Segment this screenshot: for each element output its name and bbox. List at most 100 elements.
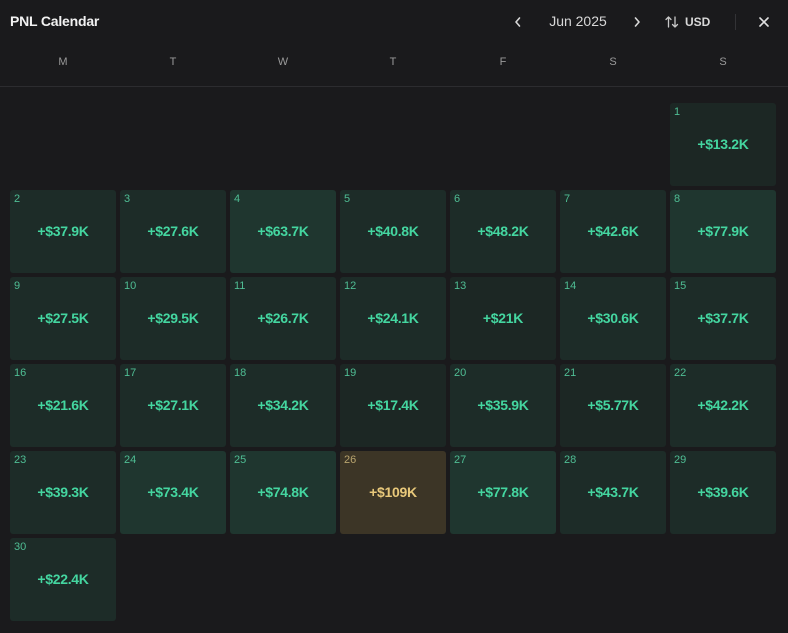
header: PNL Calendar Jun 2025 USD bbox=[0, 0, 788, 44]
prev-month-button[interactable] bbox=[509, 12, 527, 32]
day-pnl-value: +$22.4K bbox=[37, 571, 89, 587]
calendar-day-cell[interactable]: 22 +$42.2K bbox=[670, 364, 776, 447]
day-pnl-value: +$27.6K bbox=[147, 223, 199, 239]
calendar-day-cell[interactable]: 2 +$37.9K bbox=[10, 190, 116, 273]
day-number: 14 bbox=[564, 280, 577, 292]
calendar-day-cell[interactable]: 10 +$29.5K bbox=[120, 277, 226, 360]
day-number: 7 bbox=[564, 193, 571, 205]
calendar-day-cell[interactable]: 6 +$48.2K bbox=[450, 190, 556, 273]
calendar-day-cell[interactable]: 25 +$74.8K bbox=[230, 451, 336, 534]
day-number: 18 bbox=[234, 367, 247, 379]
day-pnl-value: +$21K bbox=[482, 310, 524, 326]
calendar-day-cell[interactable]: 8 +$77.9K bbox=[670, 190, 776, 273]
day-number: 5 bbox=[344, 193, 351, 205]
day-pnl-value: +$40.8K bbox=[367, 223, 419, 239]
day-pnl-value: +$27.5K bbox=[37, 310, 89, 326]
calendar-day-cell[interactable]: 15 +$37.7K bbox=[670, 277, 776, 360]
currency-label: USD bbox=[685, 15, 711, 29]
day-pnl-value: +$35.9K bbox=[477, 397, 529, 413]
day-pnl-value: +$43.7K bbox=[587, 484, 639, 500]
day-pnl-value: +$73.4K bbox=[147, 484, 199, 500]
day-pnl-value: +$5.77K bbox=[587, 397, 639, 413]
day-number: 25 bbox=[234, 454, 247, 466]
header-divider-line bbox=[0, 86, 788, 87]
day-number: 15 bbox=[674, 280, 687, 292]
day-number: 12 bbox=[344, 280, 357, 292]
day-number: 22 bbox=[674, 367, 687, 379]
calendar-day-cell[interactable]: 5 +$40.8K bbox=[340, 190, 446, 273]
calendar-day-cell[interactable]: 21 +$5.77K bbox=[560, 364, 666, 447]
day-pnl-value: +$39.6K bbox=[697, 484, 749, 500]
calendar-day-cell[interactable]: 19 +$17.4K bbox=[340, 364, 446, 447]
calendar-day-cell[interactable]: 27 +$77.8K bbox=[450, 451, 556, 534]
day-pnl-value: +$39.3K bbox=[37, 484, 89, 500]
day-number: 17 bbox=[124, 367, 137, 379]
day-pnl-value: +$26.7K bbox=[257, 310, 309, 326]
day-number: 10 bbox=[124, 280, 137, 292]
calendar-day-cell[interactable]: 29 +$39.6K bbox=[670, 451, 776, 534]
day-pnl-value: +$42.2K bbox=[697, 397, 749, 413]
day-pnl-value: +$77.9K bbox=[697, 223, 749, 239]
day-number: 4 bbox=[234, 193, 241, 205]
day-number: 13 bbox=[454, 280, 467, 292]
day-pnl-value: +$21.6K bbox=[37, 397, 89, 413]
day-number: 27 bbox=[454, 454, 467, 466]
day-number: 3 bbox=[124, 193, 131, 205]
sort-arrows-icon bbox=[665, 16, 679, 28]
day-number: 9 bbox=[14, 280, 21, 292]
close-button[interactable] bbox=[755, 12, 773, 32]
day-number: 23 bbox=[14, 454, 27, 466]
next-month-button[interactable] bbox=[628, 12, 646, 32]
day-pnl-value: +$17.4K bbox=[367, 397, 419, 413]
calendar-day-cell[interactable]: 12 +$24.1K bbox=[340, 277, 446, 360]
calendar-day-cell[interactable]: 17 +$27.1K bbox=[120, 364, 226, 447]
header-divider bbox=[735, 14, 736, 30]
day-pnl-value: +$77.8K bbox=[477, 484, 529, 500]
day-pnl-value: +$30.6K bbox=[587, 310, 639, 326]
weekday-label: T bbox=[169, 56, 177, 68]
day-number: 24 bbox=[124, 454, 137, 466]
day-pnl-value: +$27.1K bbox=[147, 397, 199, 413]
calendar-day-cell[interactable]: 26 +$109K bbox=[340, 451, 446, 534]
chevron-right-icon bbox=[634, 17, 640, 27]
day-pnl-value: +$13.2K bbox=[697, 136, 749, 152]
weekday-label: S bbox=[609, 56, 617, 68]
month-label: Jun 2025 bbox=[549, 13, 607, 29]
calendar-day-cell[interactable]: 9 +$27.5K bbox=[10, 277, 116, 360]
weekday-label: W bbox=[277, 56, 289, 68]
weekday-label: T bbox=[389, 56, 397, 68]
close-icon bbox=[759, 17, 769, 27]
calendar-day-cell[interactable]: 24 +$73.4K bbox=[120, 451, 226, 534]
calendar-day-cell[interactable]: 16 +$21.6K bbox=[10, 364, 116, 447]
calendar-day-cell[interactable]: 18 +$34.2K bbox=[230, 364, 336, 447]
day-pnl-value: +$37.7K bbox=[697, 310, 749, 326]
weekday-label: M bbox=[58, 56, 68, 68]
calendar-day-cell[interactable]: 1 +$13.2K bbox=[670, 103, 776, 186]
day-number: 20 bbox=[454, 367, 467, 379]
weekday-label: F bbox=[499, 56, 507, 68]
day-pnl-value: +$109K bbox=[369, 484, 417, 500]
day-number: 16 bbox=[14, 367, 27, 379]
calendar-day-cell[interactable]: 23 +$39.3K bbox=[10, 451, 116, 534]
currency-toggle[interactable]: USD bbox=[664, 13, 710, 31]
calendar-day-cell[interactable]: 14 +$30.6K bbox=[560, 277, 666, 360]
calendar-day-cell[interactable]: 4 +$63.7K bbox=[230, 190, 336, 273]
day-pnl-value: +$74.8K bbox=[257, 484, 309, 500]
calendar-day-cell[interactable]: 28 +$43.7K bbox=[560, 451, 666, 534]
calendar-day-cell[interactable]: 3 +$27.6K bbox=[120, 190, 226, 273]
day-number: 1 bbox=[674, 106, 681, 118]
calendar-day-cell[interactable]: 7 +$42.6K bbox=[560, 190, 666, 273]
day-pnl-value: +$42.6K bbox=[587, 223, 639, 239]
day-number: 19 bbox=[344, 367, 357, 379]
day-number: 21 bbox=[564, 367, 577, 379]
calendar-day-cell[interactable]: 30 +$22.4K bbox=[10, 538, 116, 621]
day-number: 29 bbox=[674, 454, 687, 466]
calendar-day-cell[interactable]: 11 +$26.7K bbox=[230, 277, 336, 360]
day-number: 28 bbox=[564, 454, 577, 466]
day-number: 6 bbox=[454, 193, 461, 205]
day-number: 2 bbox=[14, 193, 21, 205]
day-number: 8 bbox=[674, 193, 681, 205]
calendar-day-cell[interactable]: 13 +$21K bbox=[450, 277, 556, 360]
day-number: 26 bbox=[344, 454, 357, 466]
calendar-day-cell[interactable]: 20 +$35.9K bbox=[450, 364, 556, 447]
